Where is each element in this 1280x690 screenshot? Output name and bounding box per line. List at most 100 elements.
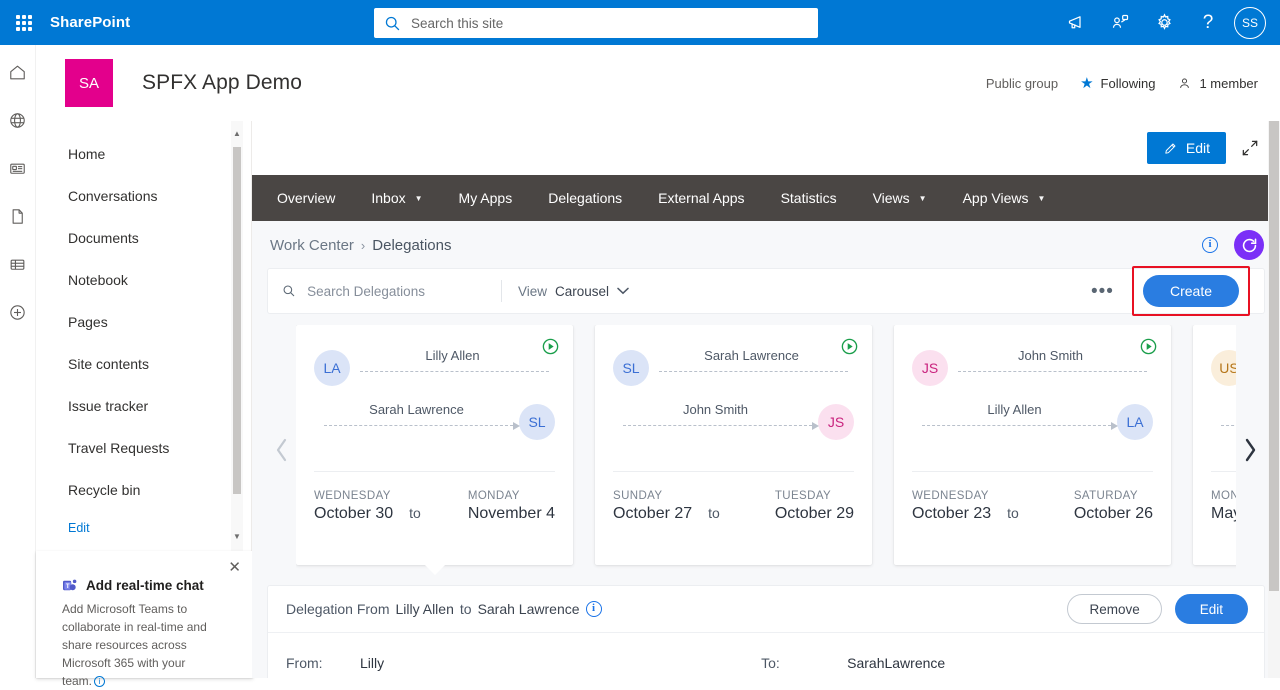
chevron-left-icon bbox=[276, 438, 287, 462]
delegations-carousel: LA Lilly Allen Sarah Lawrence SL WEDNESD… bbox=[252, 325, 1280, 575]
create-icon[interactable] bbox=[3, 297, 33, 327]
delegation-card[interactable]: US MOND May 1 bbox=[1193, 325, 1236, 565]
breadcrumb-current[interactable]: Delegations bbox=[372, 237, 451, 254]
breadcrumb-actions: i bbox=[1202, 221, 1264, 269]
site-title[interactable]: SPFX App Demo bbox=[142, 71, 302, 95]
carousel-next-button[interactable] bbox=[1236, 325, 1264, 575]
delegation-from-row: SL Sarah Lawrence bbox=[613, 341, 854, 395]
sidebar-item-site-contents[interactable]: Site contents bbox=[36, 343, 251, 385]
refresh-button[interactable] bbox=[1234, 230, 1264, 260]
end-date-col: TUESDAY October 29 bbox=[775, 490, 854, 523]
date-separator-label: to bbox=[708, 505, 720, 521]
scroll-up-icon[interactable]: ▲ bbox=[231, 126, 243, 140]
site-logo[interactable]: SA bbox=[65, 59, 113, 107]
toolbar-right-actions: ••• Create bbox=[1087, 266, 1250, 316]
help-icon[interactable]: ? bbox=[1188, 4, 1228, 42]
sidebar-item-issue-tracker[interactable]: Issue tracker bbox=[36, 385, 251, 427]
page-scrollbar[interactable] bbox=[1268, 121, 1280, 678]
tab-inbox[interactable]: Inbox ▼ bbox=[353, 175, 440, 221]
avatar: LA bbox=[1117, 404, 1153, 440]
page-scrollbar-thumb[interactable] bbox=[1269, 121, 1279, 591]
to-line bbox=[1211, 404, 1236, 440]
edit-page-button[interactable]: Edit bbox=[1146, 132, 1226, 164]
to-field-value: SarahLawrence bbox=[847, 655, 946, 671]
info-icon[interactable]: i bbox=[585, 601, 602, 617]
delegation-card[interactable]: JS John Smith Lilly Allen LA WEDNESDAY O… bbox=[894, 325, 1171, 565]
gear-icon[interactable] bbox=[1144, 4, 1184, 42]
star-icon: ★ bbox=[1080, 75, 1094, 92]
search-delegations-input[interactable] bbox=[307, 283, 497, 299]
sidebar-item-travel-requests[interactable]: Travel Requests bbox=[36, 427, 251, 469]
sidebar-edit-link[interactable]: Edit bbox=[36, 511, 251, 545]
sidebar-item-documents[interactable]: Documents bbox=[36, 217, 251, 259]
create-button[interactable]: Create bbox=[1142, 275, 1239, 307]
tab-app-views[interactable]: App Views ▼ bbox=[945, 175, 1064, 221]
scrollbar-thumb[interactable] bbox=[233, 147, 241, 494]
to-line: John Smith bbox=[613, 402, 819, 440]
sidebar-item-conversations[interactable]: Conversations bbox=[36, 175, 251, 217]
site-navigation: Home Conversations Documents Notebook Pa… bbox=[36, 121, 252, 551]
tab-views[interactable]: Views ▼ bbox=[855, 175, 945, 221]
sidebar-item-home[interactable]: Home bbox=[36, 133, 251, 175]
info-icon[interactable]: i bbox=[1202, 237, 1218, 253]
following-button[interactable]: ★ Following bbox=[1080, 74, 1155, 92]
remove-button[interactable]: Remove bbox=[1067, 594, 1162, 624]
from-name: Lilly Allen bbox=[425, 348, 480, 363]
scroll-down-icon[interactable]: ▼ bbox=[231, 529, 243, 543]
app-navigation-bar: Overview Inbox ▼ My Apps Delegations Exte… bbox=[252, 175, 1280, 221]
app-launcher-button[interactable] bbox=[0, 0, 48, 45]
start-date-col: SUNDAY October 27 bbox=[613, 490, 692, 523]
tab-external-apps[interactable]: External Apps bbox=[640, 175, 762, 221]
toolbar-divider bbox=[501, 280, 502, 302]
delegation-card[interactable]: LA Lilly Allen Sarah Lawrence SL WEDNESD… bbox=[296, 325, 573, 575]
start-date: May 1 bbox=[1211, 505, 1236, 522]
view-selector[interactable]: View Carousel bbox=[518, 284, 629, 299]
sidebar-item-pages[interactable]: Pages bbox=[36, 301, 251, 343]
close-icon[interactable]: ✕ bbox=[228, 560, 241, 575]
global-nav-rail bbox=[0, 45, 36, 678]
sidebar-item-notebook[interactable]: Notebook bbox=[36, 259, 251, 301]
edit-page-label: Edit bbox=[1185, 140, 1210, 156]
teams-promo-title: Add real-time chat bbox=[86, 578, 204, 593]
suite-bar: SharePoint Search this site ? SS bbox=[0, 0, 1280, 45]
megaphone-icon[interactable] bbox=[1056, 4, 1096, 42]
home-icon[interactable] bbox=[3, 57, 33, 87]
search-input[interactable] bbox=[411, 15, 808, 31]
from-field-value: Lilly bbox=[360, 655, 385, 671]
people-share-icon[interactable] bbox=[1100, 4, 1140, 42]
tab-statistics[interactable]: Statistics bbox=[763, 175, 855, 221]
list-icon[interactable] bbox=[3, 249, 33, 279]
user-avatar[interactable]: SS bbox=[1234, 6, 1266, 39]
start-date-col: WEDNESDAY October 23 bbox=[912, 490, 991, 523]
group-privacy-label: Public group bbox=[985, 75, 1059, 91]
sharepoint-brand[interactable]: SharePoint bbox=[50, 14, 130, 31]
members-button[interactable]: 1 member bbox=[1177, 76, 1258, 91]
nav-label: Notebook bbox=[68, 272, 128, 288]
app-content: Work Center › Delegations i View Carouse… bbox=[252, 221, 1280, 678]
tab-overview[interactable]: Overview bbox=[259, 175, 353, 221]
nav-label: Home bbox=[68, 146, 106, 162]
news-icon[interactable] bbox=[3, 153, 33, 183]
globe-icon[interactable] bbox=[3, 105, 33, 135]
sidebar-item-recycle-bin[interactable]: Recycle bin bbox=[36, 469, 251, 511]
breadcrumb-root[interactable]: Work Center bbox=[270, 237, 354, 254]
delegation-card[interactable]: SL Sarah Lawrence John Smith JS SUNDAY O… bbox=[595, 325, 872, 565]
view-value: Carousel bbox=[555, 283, 610, 299]
end-date: November 4 bbox=[467, 505, 555, 522]
edit-delegation-button[interactable]: Edit bbox=[1174, 594, 1248, 624]
sidebar-scrollbar[interactable]: ▲ ▼ bbox=[231, 121, 243, 551]
tab-delegations[interactable]: Delegations bbox=[530, 175, 640, 221]
search-delegations-box[interactable] bbox=[282, 283, 497, 299]
site-header: SA SPFX App Demo Public group ★ Followin… bbox=[36, 45, 1280, 121]
more-options-button[interactable]: ••• bbox=[1087, 282, 1118, 301]
start-day: WEDNESDAY bbox=[912, 490, 989, 502]
suite-search-box[interactable] bbox=[374, 8, 818, 38]
tab-my-apps[interactable]: My Apps bbox=[441, 175, 531, 221]
carousel-prev-button[interactable] bbox=[268, 325, 296, 575]
full-screen-icon[interactable] bbox=[1240, 138, 1260, 158]
teams-promo-card: ✕ T Add real-time chat Add Microsoft Tea… bbox=[36, 551, 253, 688]
delegation-from-row: JS John Smith bbox=[912, 341, 1153, 395]
nav-label: Documents bbox=[68, 230, 139, 246]
document-icon[interactable] bbox=[3, 201, 33, 231]
from-name: John Smith bbox=[1017, 348, 1084, 363]
